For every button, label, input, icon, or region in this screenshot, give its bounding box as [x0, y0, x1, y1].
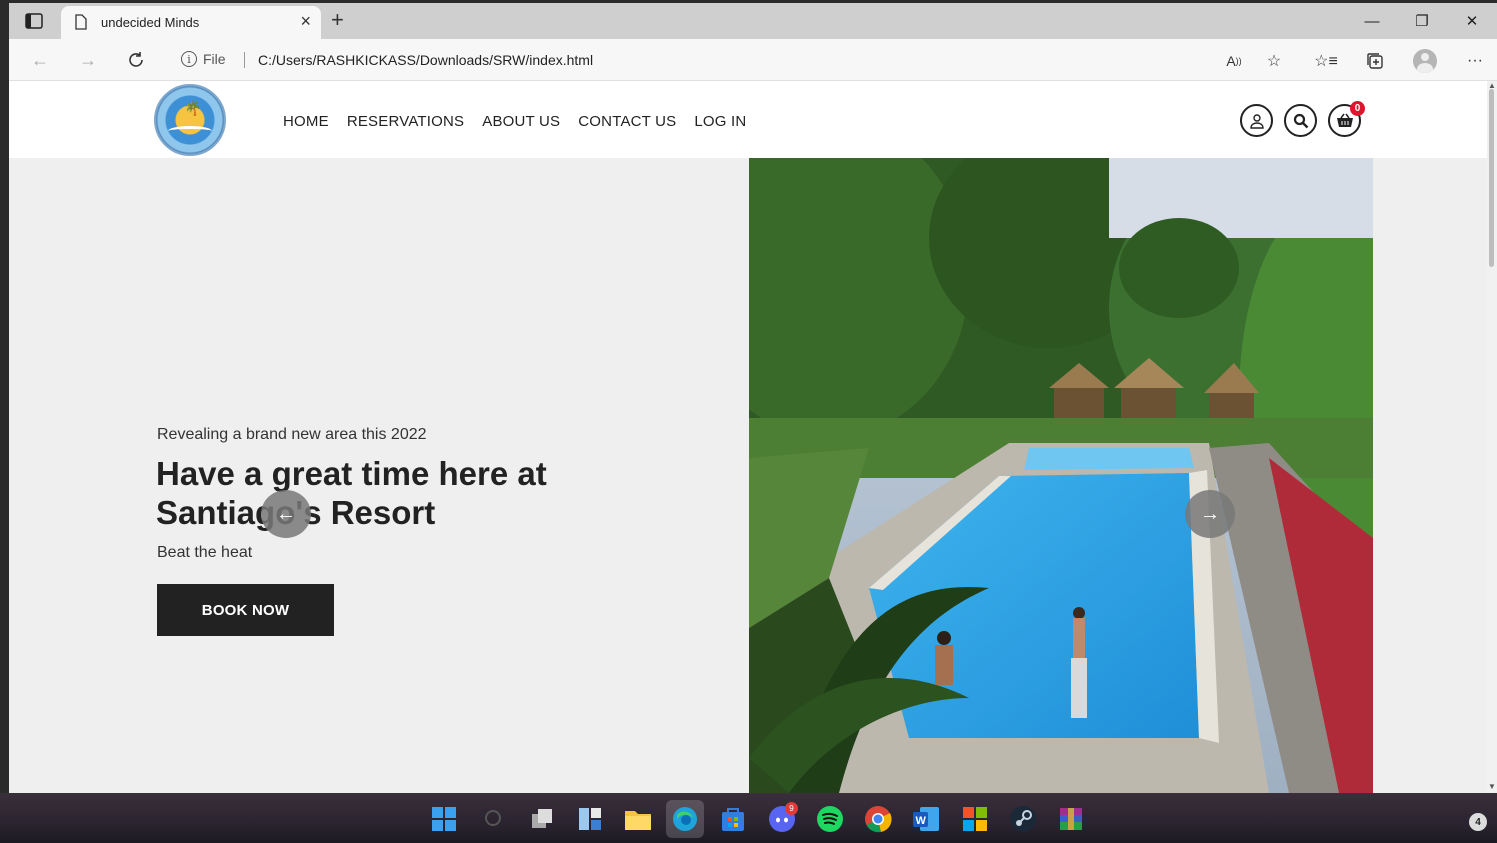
- search-icon[interactable]: [1284, 104, 1317, 137]
- main-nav: HOME RESERVATIONS ABOUT US CONTACT US LO…: [283, 113, 746, 130]
- steam-icon[interactable]: [1004, 800, 1042, 838]
- resort-logo[interactable]: 🌴: [154, 84, 226, 156]
- nav-log-in[interactable]: LOG IN: [694, 113, 746, 130]
- spotify-icon[interactable]: [811, 800, 849, 838]
- user-icon[interactable]: [1240, 104, 1273, 137]
- tab-bar: undecided Minds × + — ❐ ✕: [9, 3, 1497, 39]
- file-explorer-icon[interactable]: [619, 800, 657, 838]
- office-icon[interactable]: [956, 800, 994, 838]
- prev-slide-button[interactable]: ←: [261, 490, 311, 538]
- restore-icon[interactable]: ❐: [1397, 3, 1447, 39]
- wave-icon: [168, 126, 212, 136]
- book-now-button[interactable]: BOOK NOW: [157, 584, 334, 636]
- hero-slider: Revealing a brand new area this 2022 Hav…: [9, 158, 1487, 793]
- site-info[interactable]: i File: [181, 51, 226, 67]
- next-slide-button[interactable]: →: [1185, 490, 1235, 538]
- collections-icon[interactable]: [1363, 49, 1387, 73]
- discord-icon[interactable]: 9: [763, 800, 801, 838]
- add-favorite-icon[interactable]: ☆: [1262, 49, 1286, 73]
- word-icon[interactable]: W: [907, 800, 945, 838]
- window-controls: — ❐ ✕: [1347, 3, 1497, 39]
- store-icon[interactable]: [714, 800, 752, 838]
- task-view-icon[interactable]: [523, 800, 561, 838]
- search-taskbar-icon[interactable]: [475, 800, 513, 838]
- palm-tree-icon: 🌴: [184, 100, 202, 116]
- hero-subtitle: Beat the heat: [157, 544, 253, 561]
- refresh-icon[interactable]: [125, 49, 147, 71]
- page-scrollbar[interactable]: ▲ ▼: [1487, 81, 1497, 793]
- edge-icon[interactable]: [666, 800, 704, 838]
- info-icon: i: [181, 51, 197, 67]
- discord-badge: 9: [785, 802, 798, 815]
- scroll-down-icon[interactable]: ▼: [1488, 782, 1496, 791]
- browser-tab[interactable]: undecided Minds ×: [61, 6, 321, 39]
- widgets-icon[interactable]: [571, 800, 609, 838]
- start-icon[interactable]: [425, 800, 463, 838]
- page-icon: [75, 14, 87, 35]
- url-separator: [244, 52, 245, 68]
- profile-icon[interactable]: [1413, 49, 1437, 73]
- hero-eyebrow: Revealing a brand new area this 2022: [157, 426, 427, 443]
- address-bar-row: ← → i File C:/Users/RASHKICKASS/Download…: [9, 39, 1497, 81]
- forward-icon[interactable]: →: [77, 49, 99, 71]
- site-header: 🌴 HOME RESERVATIONS ABOUT US CONTACT US …: [9, 81, 1487, 158]
- winrar-icon[interactable]: [1052, 800, 1090, 838]
- tab-actions-icon[interactable]: [23, 12, 45, 30]
- url-text[interactable]: C:/Users/RASHKICKASS/Downloads/SRW/index…: [258, 52, 593, 68]
- nav-contact-us[interactable]: CONTACT US: [578, 113, 676, 130]
- hero-title: Have a great time here at Santiago's Res…: [156, 455, 547, 531]
- minimize-icon[interactable]: —: [1347, 3, 1397, 39]
- chrome-icon[interactable]: [859, 800, 897, 838]
- header-icons: 0: [1240, 101, 1365, 137]
- resort-pool-image: [749, 158, 1373, 793]
- close-window-icon[interactable]: ✕: [1447, 3, 1497, 39]
- favorites-icon[interactable]: ☆≡: [1314, 49, 1338, 73]
- page-viewport: 🌴 HOME RESERVATIONS ABOUT US CONTACT US …: [9, 81, 1487, 793]
- nav-about-us[interactable]: ABOUT US: [482, 113, 560, 130]
- back-icon[interactable]: ←: [29, 49, 51, 71]
- tab-title: undecided Minds: [101, 15, 200, 30]
- nav-reservations[interactable]: RESERVATIONS: [347, 113, 464, 130]
- url-scheme-label: File: [203, 51, 226, 67]
- nav-home[interactable]: HOME: [283, 113, 329, 130]
- cart-icon[interactable]: 0: [1328, 101, 1365, 137]
- read-aloud-icon[interactable]: A)): [1222, 49, 1246, 73]
- cart-count-badge: 0: [1350, 101, 1365, 116]
- windows-taskbar: 9 W 4: [0, 793, 1497, 843]
- address-bar[interactable]: i File C:/Users/RASHKICKASS/Downloads/SR…: [169, 45, 1269, 75]
- scrollbar-thumb[interactable]: [1489, 89, 1494, 267]
- svg-text:W: W: [916, 815, 927, 827]
- browser-window: undecided Minds × + — ❐ ✕ ← → i File C:/…: [9, 3, 1497, 793]
- new-tab-button[interactable]: +: [331, 8, 344, 32]
- notification-badge[interactable]: 4: [1469, 813, 1487, 831]
- more-options-icon[interactable]: ···: [1463, 49, 1487, 73]
- close-tab-icon[interactable]: ×: [300, 12, 311, 30]
